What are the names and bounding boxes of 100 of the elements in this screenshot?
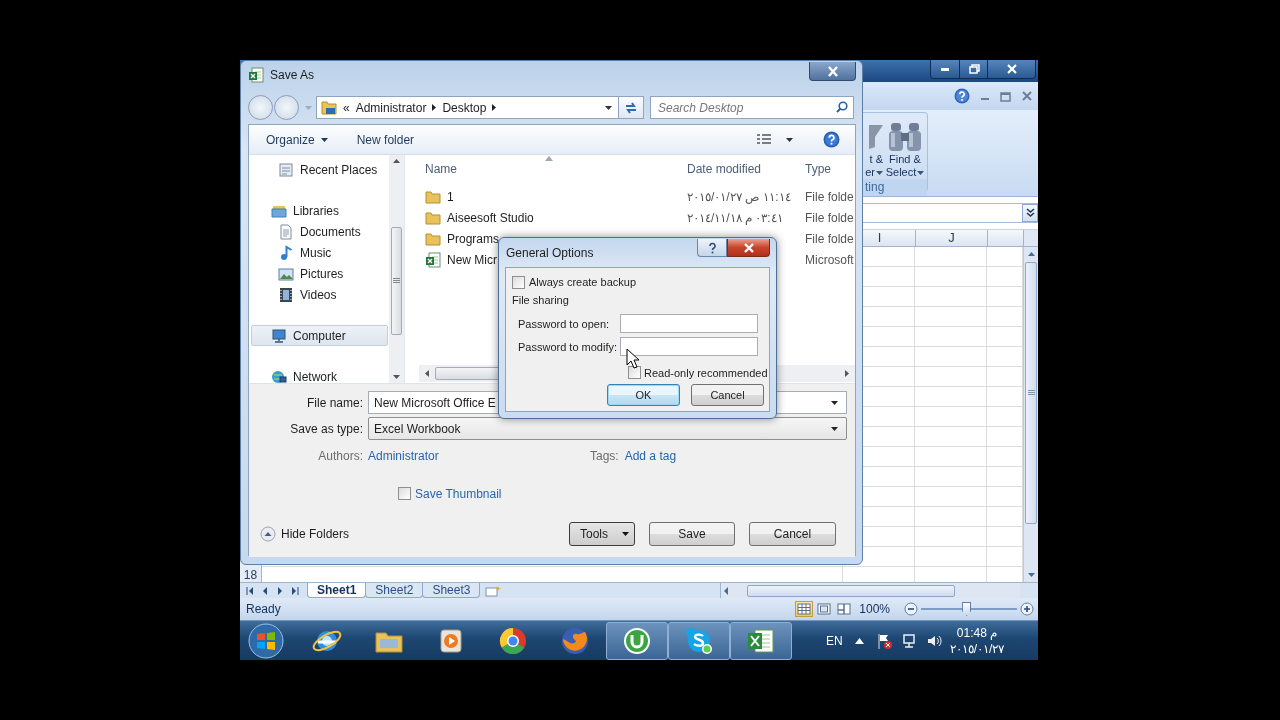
double-chevron-icon — [1025, 208, 1035, 218]
close-button[interactable] — [809, 62, 856, 81]
list-view-icon — [756, 132, 772, 147]
navigation-item[interactable]: Pictures — [251, 263, 388, 284]
find-select-button[interactable]: Find & Select — [885, 119, 925, 179]
save-button[interactable]: Save — [649, 522, 735, 546]
scrollbar-thumb[interactable] — [1025, 262, 1037, 524]
music-note-icon — [278, 244, 294, 261]
globe-icon — [271, 368, 287, 383]
address-bar[interactable]: « Administrator Desktop — [316, 96, 619, 119]
view-button[interactable] — [795, 601, 814, 617]
navigation-item[interactable]: Computer — [251, 325, 388, 346]
navigation-item[interactable]: Videos — [251, 284, 388, 305]
sheet-tab[interactable]: Sheet1 — [307, 583, 367, 598]
grid-icon — [797, 603, 812, 615]
expand-button[interactable] — [1022, 204, 1038, 222]
breadcrumb-item[interactable]: Desktop — [442, 100, 487, 115]
recent-places-icon — [278, 161, 294, 178]
taskbar-button[interactable] — [668, 621, 730, 660]
down-arrow-icon[interactable] — [1027, 573, 1035, 577]
cancel-button[interactable]: Cancel — [691, 384, 764, 406]
authors-link[interactable]: Administrator — [368, 449, 439, 463]
file-type-dropdown[interactable]: Excel Workbook — [368, 417, 847, 440]
search-icon[interactable] — [836, 101, 848, 113]
add-tag-link[interactable]: Add a tag — [624, 449, 677, 463]
navigation-item[interactable]: Recent Places — [251, 159, 388, 180]
zoom-slider[interactable] — [921, 602, 1017, 616]
folder-icon — [425, 230, 441, 247]
picture-icon — [278, 265, 294, 282]
file-name[interactable]: 1 — [447, 189, 454, 204]
separator-icon — [492, 104, 497, 111]
window-title: Save As — [270, 68, 315, 82]
sheet-tab[interactable]: Sheet2 — [365, 583, 424, 598]
search-field[interactable]: Search Desktop — [650, 96, 854, 119]
taskbar-button[interactable] — [606, 621, 668, 660]
navigation-item[interactable]: Music — [251, 242, 388, 263]
file-name[interactable]: Programs — [447, 231, 499, 246]
breadcrumb-overflow[interactable]: « — [343, 100, 350, 115]
scrollbar-thumb[interactable] — [747, 584, 955, 597]
checkbox-label[interactable]: Read-only recommended — [644, 366, 768, 379]
language-indicator[interactable]: EN — [826, 633, 843, 648]
navigation-item[interactable]: Documents — [251, 221, 388, 242]
help-icon[interactable] — [823, 131, 840, 148]
file-name[interactable]: New Micr — [447, 252, 497, 267]
close-button[interactable] — [727, 239, 770, 257]
navigation-item[interactable]: Libraries — [251, 200, 388, 221]
last-sheet-button[interactable] — [291, 586, 299, 595]
column-header[interactable]: Date modified — [679, 161, 799, 176]
checkbox[interactable] — [628, 366, 641, 379]
column-header[interactable]: Name — [405, 161, 679, 176]
file-name[interactable]: Aiseesoft Studio — [447, 210, 534, 225]
view-button[interactable] — [835, 601, 854, 617]
flag-icon[interactable] — [875, 632, 892, 649]
next-sheet-button[interactable] — [276, 586, 284, 595]
cursor-icon — [626, 348, 639, 369]
help-button[interactable] — [697, 239, 727, 257]
previous-sheet-button[interactable] — [261, 586, 269, 595]
checkbox-label[interactable]: Always create backup — [529, 276, 636, 288]
view-button[interactable] — [815, 601, 834, 617]
views-button[interactable] — [756, 132, 793, 147]
left-arrow-icon[interactable] — [425, 370, 429, 377]
checkbox[interactable] — [512, 275, 525, 289]
organize-menu[interactable]: Organize — [266, 132, 328, 147]
caret-icon — [917, 170, 925, 175]
scrollbar-thumb[interactable] — [391, 227, 402, 335]
network-icon[interactable] — [900, 632, 917, 649]
help-icon[interactable] — [954, 88, 970, 104]
up-arrow-icon[interactable] — [393, 159, 400, 163]
hide-folders-button[interactable]: Hide Folders — [260, 526, 350, 542]
first-sheet-button[interactable] — [246, 586, 254, 595]
restore-button[interactable] — [959, 60, 987, 78]
file-date: ١١:١٤ ص ٢٠١٥/٠١/٢٧ — [687, 189, 791, 204]
column-header[interactable]: Type — [799, 161, 855, 176]
clock[interactable]: 01:48 م ٢٠١٥/٠١/٢٧ — [949, 624, 1005, 657]
field-label: Password to open: — [517, 317, 611, 330]
checkbox-label[interactable]: Save Thumbnail — [415, 486, 502, 501]
dialog-title: General Options — [506, 246, 594, 260]
close-button[interactable] — [987, 60, 1035, 78]
show-hidden-icons-button[interactable] — [854, 637, 864, 644]
minimize-button[interactable] — [931, 60, 959, 78]
down-arrow-icon[interactable] — [393, 375, 400, 379]
taskbar-button[interactable] — [730, 621, 792, 660]
restore-icon — [966, 63, 981, 75]
checkbox[interactable] — [398, 487, 411, 500]
section-label: File sharing — [512, 294, 569, 306]
zoom-in-button[interactable] — [1020, 602, 1034, 616]
new-folder-button[interactable]: New folder — [356, 132, 415, 147]
cancel-button[interactable]: Cancel — [749, 522, 836, 546]
filter-button[interactable]: t & er — [863, 119, 883, 179]
breadcrumb-item[interactable]: Administrator — [355, 100, 427, 115]
up-arrow-icon[interactable] — [1027, 252, 1035, 256]
password-field[interactable] — [620, 314, 758, 333]
sheet-tab[interactable]: Sheet3 — [422, 583, 481, 598]
tools-button[interactable]: Tools — [569, 522, 635, 546]
refresh-button[interactable] — [619, 96, 644, 119]
ok-button[interactable]: OK — [607, 384, 680, 406]
zoom-thumb[interactable] — [962, 602, 972, 616]
zoom-out-button[interactable] — [904, 602, 918, 616]
refresh-icon — [624, 100, 638, 115]
password-field[interactable] — [620, 337, 758, 356]
